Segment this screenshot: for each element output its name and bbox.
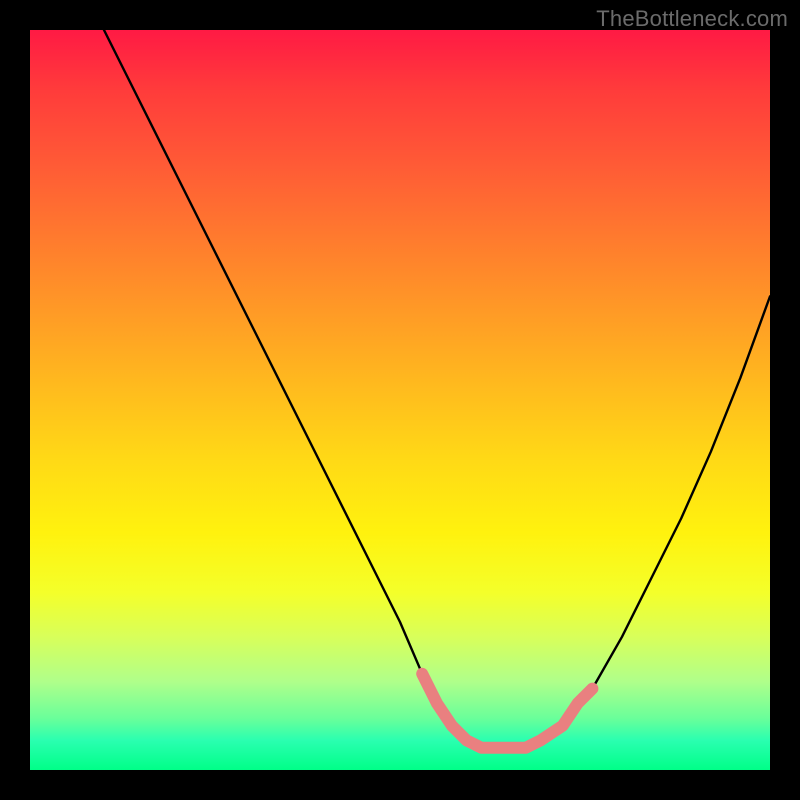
watermark-text: TheBottleneck.com [596, 6, 788, 32]
chart-container: TheBottleneck.com [0, 0, 800, 800]
chart-svg [30, 30, 770, 770]
bottom-accent [422, 674, 592, 748]
bottleneck-curve [104, 30, 770, 748]
